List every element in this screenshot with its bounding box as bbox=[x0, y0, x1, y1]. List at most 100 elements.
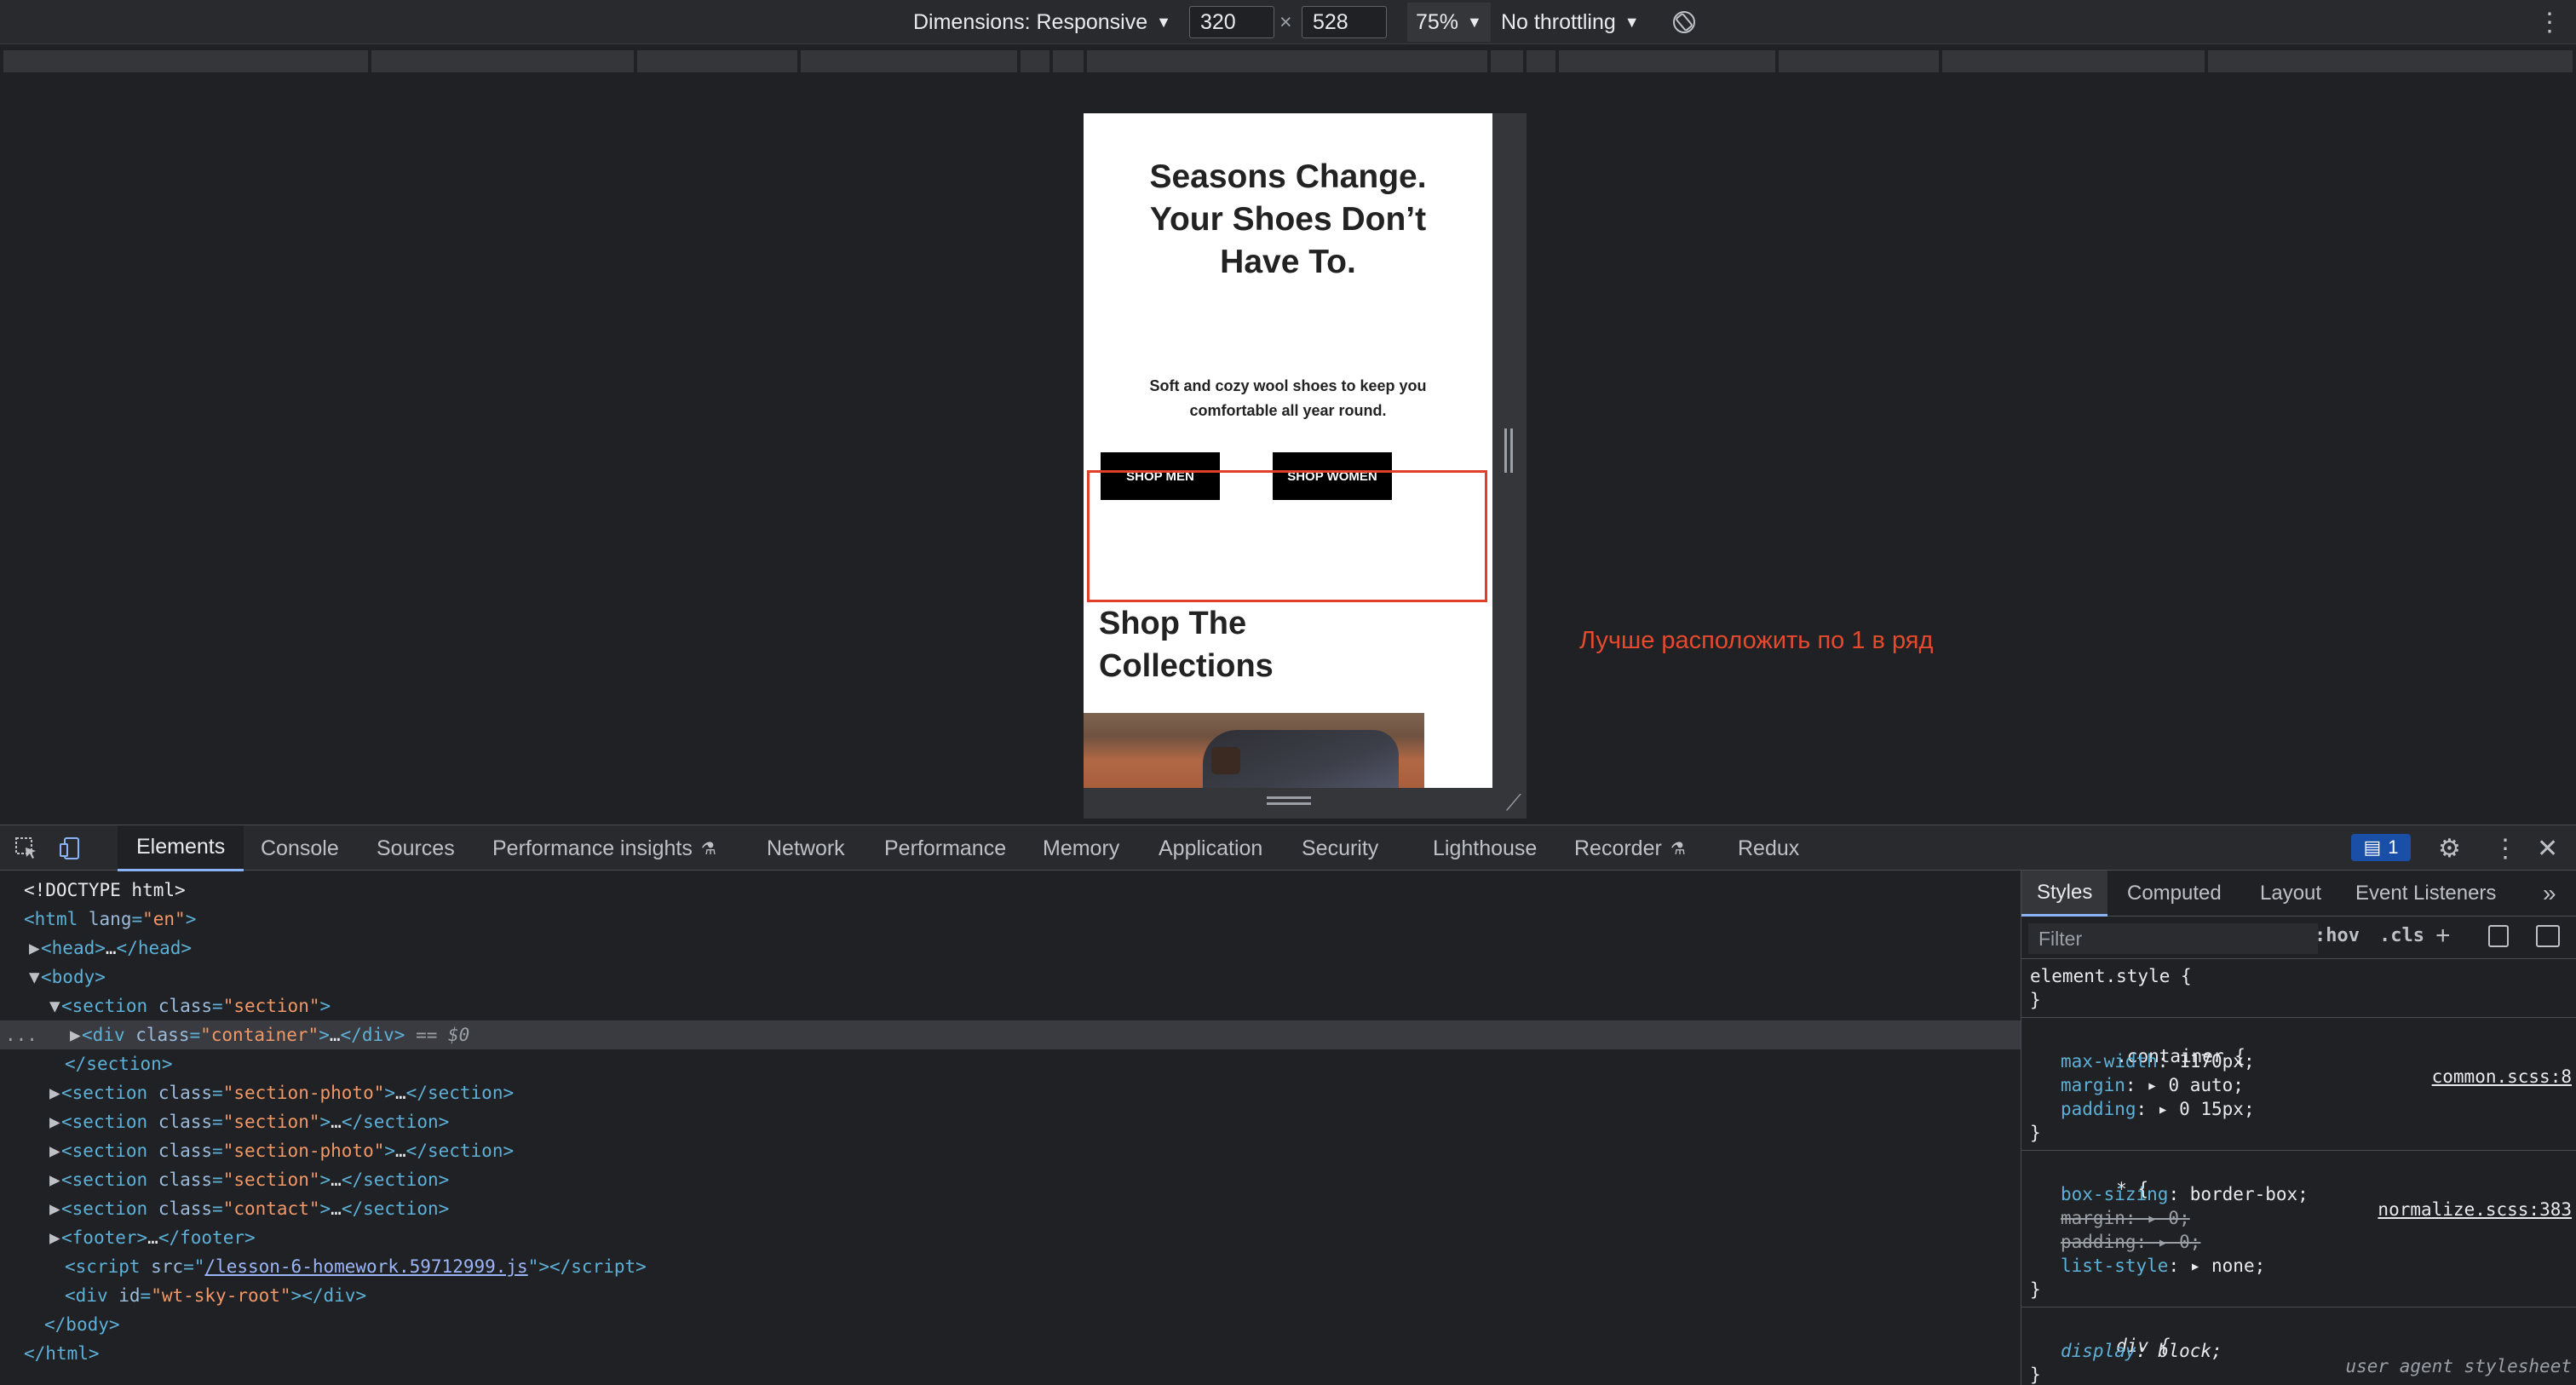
script-src-link[interactable]: /lesson-6-homework.59712999.js bbox=[204, 1256, 527, 1277]
prop-padding[interactable]: padding: ▸ 0 15px; bbox=[2021, 1099, 2576, 1123]
media-query-segment[interactable] bbox=[1087, 50, 1487, 72]
prop-display[interactable]: display: block; bbox=[2021, 1341, 2576, 1365]
dimensions-dropdown[interactable]: Dimensions: Responsive ▼ bbox=[913, 0, 1171, 44]
prop-margin-overridden[interactable]: margin: ▸ 0; bbox=[2021, 1208, 2576, 1232]
universal-selector[interactable]: * { normalize.scss:383 bbox=[2021, 1158, 2576, 1220]
tab-elements[interactable]: Elements bbox=[118, 825, 244, 871]
attr-name: class bbox=[158, 1169, 213, 1190]
tab-performance-insights[interactable]: Performance insights ⚗ bbox=[492, 825, 716, 871]
media-query-segment[interactable] bbox=[1779, 50, 1939, 72]
dom-line-section[interactable]: ▼<section class="section"> bbox=[0, 991, 2021, 1020]
more-vert-icon[interactable]: ⋮ bbox=[2493, 825, 2518, 871]
prop-name: max-width bbox=[2061, 1051, 2158, 1072]
media-query-segment[interactable] bbox=[801, 50, 1017, 72]
expand-triangle-icon[interactable]: ▶ bbox=[49, 1194, 61, 1223]
expand-triangle-icon[interactable]: ▶ bbox=[49, 1223, 61, 1252]
dom-line-section[interactable]: ▶<section class="section">…</section> bbox=[0, 1107, 2021, 1136]
media-query-segment[interactable] bbox=[1053, 50, 1084, 72]
height-input[interactable]: 528 bbox=[1302, 6, 1387, 38]
dom-line-footer[interactable]: ▶<footer>…</footer> bbox=[0, 1223, 2021, 1252]
close-icon[interactable]: ✕ bbox=[2537, 825, 2558, 871]
dom-line-section-photo[interactable]: ▶<section class="section-photo">…</secti… bbox=[0, 1078, 2021, 1107]
chevron-double-right-icon[interactable]: » bbox=[2543, 871, 2556, 917]
device-toggle-icon[interactable] bbox=[58, 836, 83, 861]
tab-computed[interactable]: Computed bbox=[2127, 871, 2222, 917]
tab-styles[interactable]: Styles bbox=[2021, 871, 2108, 917]
tab-sources[interactable]: Sources bbox=[377, 825, 455, 871]
dom-line-body[interactable]: ▼<body> bbox=[0, 963, 2021, 991]
dom-line-section[interactable]: ▶<section class="section">…</section> bbox=[0, 1165, 2021, 1194]
tag-name: script bbox=[75, 1256, 141, 1277]
prop-max-width[interactable]: max-width: 1170px; bbox=[2021, 1051, 2576, 1075]
inspect-element-icon[interactable] bbox=[14, 836, 39, 861]
dots-menu[interactable]: ... bbox=[5, 1020, 37, 1049]
dom-line-body-close[interactable]: </body> bbox=[0, 1310, 2021, 1339]
tab-recorder[interactable]: Recorder ⚗ bbox=[1574, 825, 1686, 871]
dom-line-section-photo[interactable]: ▶<section class="section-photo">…</secti… bbox=[0, 1136, 2021, 1165]
tab-layout[interactable]: Layout bbox=[2260, 871, 2321, 917]
media-query-segment[interactable] bbox=[371, 50, 634, 72]
media-query-segment[interactable] bbox=[1942, 50, 2205, 72]
attr-name: class bbox=[158, 996, 213, 1016]
more-vert-icon[interactable]: ⋮ bbox=[2537, 0, 2562, 44]
zoom-dropdown[interactable]: 75% ▼ bbox=[1407, 3, 1491, 42]
styles-filter-input[interactable]: Filter bbox=[2028, 923, 2318, 954]
expand-triangle-icon[interactable]: ▶ bbox=[49, 1107, 61, 1136]
tab-memory[interactable]: Memory bbox=[1043, 825, 1119, 871]
dom-line-container-selected[interactable]: ... ▶<div class="container">…</div> == $0 bbox=[0, 1020, 2021, 1049]
gear-icon[interactable]: ⚙ bbox=[2438, 825, 2461, 871]
expand-triangle-icon[interactable]: ▶ bbox=[49, 1165, 61, 1194]
dom-line-html-close[interactable]: </html> bbox=[0, 1339, 2021, 1368]
expand-triangle-icon[interactable]: ▶ bbox=[49, 1136, 61, 1165]
cls-button[interactable]: .cls bbox=[2379, 925, 2424, 946]
attr-name: src bbox=[151, 1256, 184, 1277]
tab-lighthouse[interactable]: Lighthouse bbox=[1433, 825, 1537, 871]
issues-badge[interactable]: ▤ 1 bbox=[2351, 834, 2411, 861]
paint-brush-icon[interactable] bbox=[2488, 925, 2509, 947]
tag-name: section bbox=[72, 996, 148, 1016]
media-query-segment[interactable] bbox=[1491, 50, 1523, 72]
div-selector[interactable]: div { user agent stylesheet bbox=[2021, 1315, 2576, 1376]
media-query-segment[interactable] bbox=[1559, 50, 1775, 72]
expand-triangle-icon[interactable]: ▶ bbox=[49, 1078, 61, 1107]
dom-line-section-contact[interactable]: ▶<section class="contact">…</section> bbox=[0, 1194, 2021, 1223]
throttling-dropdown[interactable]: No throttling ▼ bbox=[1501, 0, 1640, 44]
dom-line-section-close[interactable]: </section> bbox=[0, 1049, 2021, 1078]
rotate-icon[interactable] bbox=[1671, 0, 1697, 44]
expand-triangle-icon[interactable]: ▶ bbox=[70, 1020, 82, 1049]
tag-name: div bbox=[323, 1285, 356, 1306]
tab-redux[interactable]: Redux bbox=[1738, 825, 1799, 871]
collapse-triangle-icon[interactable]: ▼ bbox=[49, 991, 61, 1020]
media-query-segment[interactable] bbox=[637, 50, 797, 72]
sidebar-toggle-icon[interactable] bbox=[2536, 925, 2560, 947]
dom-line-doctype[interactable]: <!DOCTYPE html> bbox=[0, 876, 2021, 905]
media-query-segment[interactable] bbox=[1021, 50, 1049, 72]
container-selector[interactable]: .container { common.scss:8 bbox=[2021, 1026, 2576, 1087]
expand-triangle-icon[interactable]: ▶ bbox=[29, 934, 41, 963]
tab-network[interactable]: Network bbox=[767, 825, 845, 871]
resize-corner-icon[interactable]: ⟋ bbox=[1506, 790, 1521, 817]
plus-icon[interactable]: + bbox=[2435, 922, 2451, 951]
tab-security[interactable]: Security bbox=[1302, 825, 1378, 871]
media-query-segment[interactable] bbox=[3, 50, 368, 72]
tab-console[interactable]: Console bbox=[261, 825, 339, 871]
tab-event-listeners[interactable]: Event Listeners bbox=[2355, 871, 2496, 917]
resize-handle-right[interactable] bbox=[1492, 113, 1527, 788]
media-query-segment[interactable] bbox=[2208, 50, 2573, 72]
prop-padding-overridden[interactable]: padding: ▸ 0; bbox=[2021, 1232, 2576, 1256]
element-style-selector[interactable]: element.style { bbox=[2021, 966, 2576, 990]
dom-line-wt-root[interactable]: <div id="wt-sky-root"></div> bbox=[0, 1281, 2021, 1310]
prop-box-sizing[interactable]: box-sizing: border-box; bbox=[2021, 1184, 2576, 1208]
prop-list-style[interactable]: list-style: ▸ none; bbox=[2021, 1256, 2576, 1279]
tab-application[interactable]: Application bbox=[1159, 825, 1262, 871]
hov-button[interactable]: :hov bbox=[2314, 925, 2360, 946]
width-input[interactable]: 320 bbox=[1189, 6, 1274, 38]
collapse-triangle-icon[interactable]: ▼ bbox=[29, 963, 41, 991]
dom-line-head[interactable]: ▶<head>…</head> bbox=[0, 934, 2021, 963]
media-query-segment[interactable] bbox=[1527, 50, 1555, 72]
dom-line-script[interactable]: <script src="/lesson-6-homework.59712999… bbox=[0, 1252, 2021, 1281]
tab-performance[interactable]: Performance bbox=[884, 825, 1006, 871]
dom-line-html[interactable]: <html lang="en"> bbox=[0, 905, 2021, 934]
resize-handle-bottom[interactable]: ⟋ bbox=[1084, 788, 1527, 819]
prop-margin[interactable]: margin: ▸ 0 auto; bbox=[2021, 1075, 2576, 1099]
